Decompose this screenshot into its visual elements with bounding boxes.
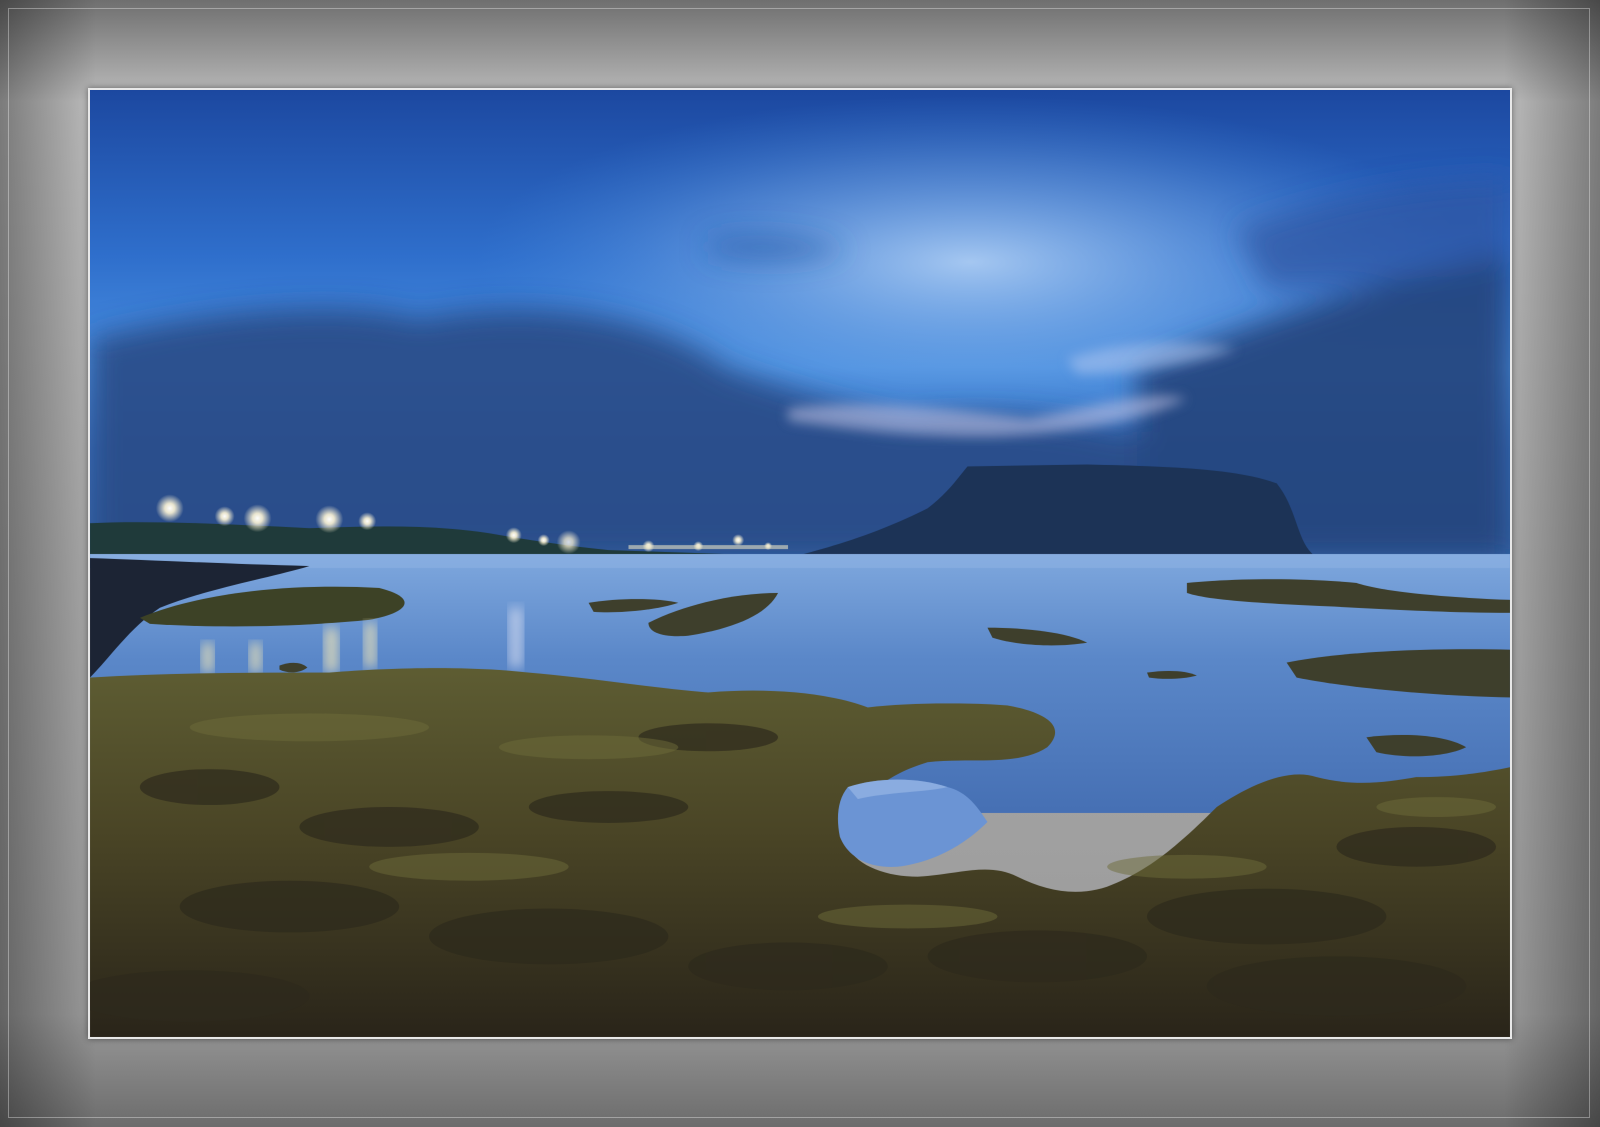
photo (88, 88, 1512, 1039)
landscape-photo (90, 90, 1510, 1037)
